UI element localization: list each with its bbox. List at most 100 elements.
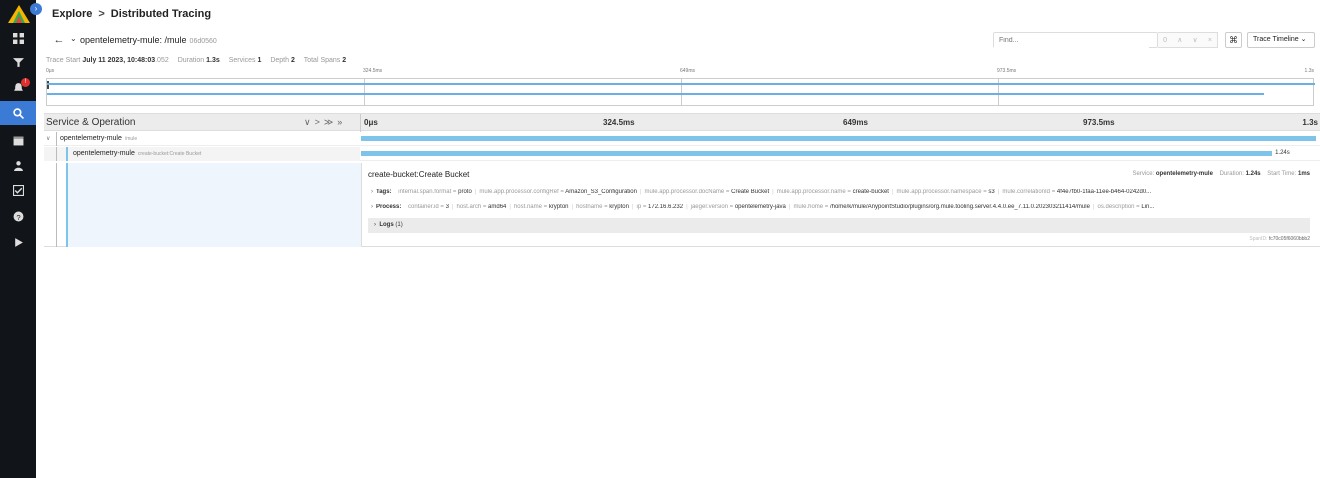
span-id-label: SpanID: xyxy=(1249,236,1268,242)
kv-pair: host.arch = amd64 xyxy=(456,204,506,210)
collapse-all-icon[interactable]: » xyxy=(337,117,346,127)
breadcrumb-root[interactable]: Explore xyxy=(52,8,92,20)
trace-title[interactable]: opentelemetry-mule: /mule 06d0560 xyxy=(80,35,217,45)
play-icon[interactable] xyxy=(0,230,36,254)
kv-value: amd64 xyxy=(488,204,507,210)
kv-key: mule.app.processor.name xyxy=(776,189,846,195)
keyboard-shortcuts-icon[interactable]: ⌘ xyxy=(1225,32,1242,48)
kv-key: mule.app.processor.docName xyxy=(644,189,725,195)
find-input[interactable] xyxy=(994,33,1149,48)
meta-spans: Total Spans 2 xyxy=(304,57,346,64)
kv-value: s3 xyxy=(988,189,995,195)
span-id: SpanID: fc70c05f6060bbb2 xyxy=(1249,236,1310,242)
meta-services-value: 1 xyxy=(257,57,262,64)
tags-label: Tags: xyxy=(376,189,392,195)
chevron-right-icon[interactable]: › xyxy=(371,204,373,210)
kv-value: krypton xyxy=(548,204,569,210)
span-operation: /mule xyxy=(124,136,138,142)
kv-separator: | xyxy=(788,204,791,210)
meta-depth-value: 2 xyxy=(290,57,295,64)
meta-duration-label: Duration xyxy=(177,57,205,64)
chevron-down-icon[interactable]: ∨ xyxy=(304,117,315,127)
minimap-tick: 973.5ms xyxy=(997,68,1017,74)
kv-separator: | xyxy=(509,204,511,210)
meta-services-label: Services xyxy=(228,57,256,64)
chevron-up-icon[interactable]: ∧ xyxy=(1177,36,1182,44)
meta-services: Services 1 xyxy=(229,57,262,64)
expand-all-icon[interactable]: ≫ xyxy=(324,117,337,127)
kv-separator: | xyxy=(772,189,774,195)
kv-key: mule.correlationId xyxy=(1002,189,1051,195)
kv-equals: = xyxy=(438,204,446,210)
calendar-icon[interactable] xyxy=(0,128,36,152)
span-detail: create-bucket:Create Bucket Service: ope… xyxy=(44,163,1320,247)
expand-collapse-controls: ∨>≫» xyxy=(304,117,346,128)
kv-pair: mule.app.processor.name = create-bucket xyxy=(777,189,889,195)
minimap-tick: 1.3s xyxy=(1304,68,1314,74)
help-icon[interactable]: ? xyxy=(0,204,36,228)
dashboards-icon[interactable] xyxy=(0,26,36,50)
filter-icon[interactable] xyxy=(0,50,36,74)
kv-pair: container.id = 3 xyxy=(408,204,449,210)
logs-row[interactable]: › Logs (1) xyxy=(368,218,1310,233)
span-timeline-cell: 1.24s xyxy=(361,147,1320,161)
side-nav: › ! ? xyxy=(0,0,42,478)
kv-separator: | xyxy=(571,204,574,210)
tags-row[interactable]: › Tags: internal.span.format = proto | mule… xyxy=(371,189,1311,195)
tree-indent-line xyxy=(56,132,57,146)
detail-duration: Duration: 1.24s xyxy=(1220,171,1261,177)
expand-nav-icon[interactable]: › xyxy=(30,3,42,15)
meta-start-ms: .052 xyxy=(155,57,169,64)
span-bar[interactable] xyxy=(361,151,1273,156)
kv-key: host.arch xyxy=(456,204,482,210)
find-field[interactable] xyxy=(993,32,1158,48)
span-row[interactable]: opentelemetry-mule create-bucket:Create B… xyxy=(44,147,1320,161)
explore-icon[interactable] xyxy=(0,101,36,125)
kv-value: 3 xyxy=(445,204,449,210)
view-mode-select[interactable]: Trace Timeline ⌄ xyxy=(1247,32,1315,48)
span-bar[interactable] xyxy=(361,136,1316,141)
kv-separator: | xyxy=(1092,204,1095,210)
kv-key: internal.span.format xyxy=(398,189,452,195)
close-icon[interactable]: × xyxy=(1208,37,1212,44)
chevron-down-icon[interactable]: ∨ xyxy=(1193,36,1198,44)
kv-value: proto xyxy=(458,189,472,195)
trace-service-path: opentelemetry-mule: /mule xyxy=(80,35,187,45)
chevron-right-icon[interactable]: > xyxy=(315,117,324,127)
grafana-logo[interactable] xyxy=(7,4,31,24)
trace-header: ← ⌄ opentelemetry-mule: /mule06d0560 0 ∧… xyxy=(44,30,1320,52)
span-detail-title: create-bucket:Create Bucket xyxy=(368,170,470,179)
minimap-tick: 0μs xyxy=(46,68,55,74)
chevron-right-icon[interactable]: › xyxy=(371,189,373,195)
process-row[interactable]: › Process: container.id = 3 | host.arch = a… xyxy=(371,204,1311,210)
logs-label: Logs xyxy=(379,222,394,228)
span-tree-cell: ∨ opentelemetry-mule/mule xyxy=(44,132,360,146)
kv-value: 172.16.6.232 xyxy=(648,204,684,210)
alerting-icon[interactable]: ! xyxy=(0,75,36,99)
back-arrow-icon[interactable]: ← xyxy=(52,33,66,47)
breadcrumb-separator: > xyxy=(98,8,105,20)
meta-start-label: Trace Start xyxy=(46,57,81,64)
kv-equals: = xyxy=(728,204,735,210)
checklist-icon[interactable] xyxy=(0,178,36,202)
user-icon[interactable] xyxy=(0,153,36,177)
timeline-tick: 973.5ms xyxy=(1083,118,1115,127)
span-detail-meta: Service: opentelemetry-mule Duration: 1.… xyxy=(1128,171,1310,177)
kv-separator: | xyxy=(891,189,894,195)
detail-service-value: opentelemetry-mule xyxy=(1155,171,1213,177)
kv-pair: mule.app.processor.configRef = Amazon_S3… xyxy=(479,189,637,195)
kv-key: mule.app.processor.namespace xyxy=(896,189,982,195)
find-controls: 0 ∧ ∨ × xyxy=(1158,32,1218,48)
chevron-down-icon[interactable]: ∨ xyxy=(46,135,54,143)
span-row[interactable]: ∨ opentelemetry-mule/mule xyxy=(44,132,1320,146)
kv-value: Create Bucket xyxy=(731,189,770,195)
kv-value: create-bucket xyxy=(852,189,889,195)
chevron-down-icon[interactable]: ⌄ xyxy=(70,34,77,43)
chevron-right-icon[interactable]: › xyxy=(374,222,376,228)
timeline-tick: 649ms xyxy=(843,118,868,127)
detail-start: Start Time: 1ms xyxy=(1267,171,1310,177)
kv-value: Amazon_S3_Configuration xyxy=(565,189,637,195)
trace-minimap[interactable] xyxy=(46,78,1315,106)
detail-service-label: Service: xyxy=(1132,171,1155,177)
column-divider[interactable] xyxy=(360,114,361,132)
